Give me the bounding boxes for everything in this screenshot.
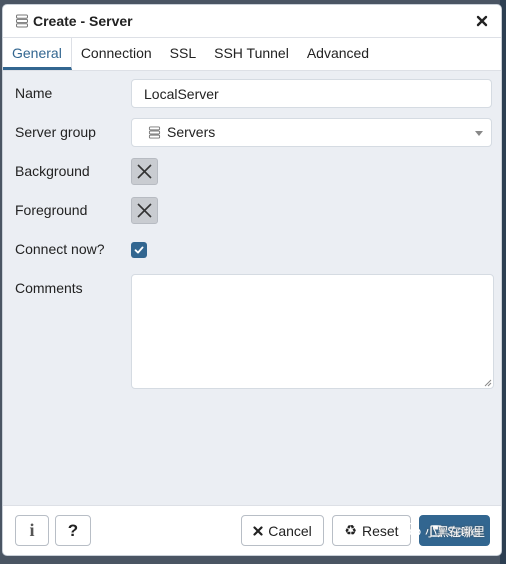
wechat-icon <box>403 522 421 541</box>
recycle-icon: ♻ <box>344 522 357 538</box>
comments-label: Comments <box>15 280 83 296</box>
tab-connection[interactable]: Connection <box>72 38 161 70</box>
background-color-picker[interactable] <box>131 158 158 185</box>
cancel-label: Cancel <box>268 522 312 539</box>
help-button[interactable]: ? <box>55 515 91 546</box>
info-icon: i <box>29 520 35 540</box>
server-group-value: Servers <box>167 124 216 140</box>
chevron-down-icon <box>475 131 483 136</box>
tab-ssl[interactable]: SSL <box>161 38 205 70</box>
tab-general[interactable]: General <box>3 38 72 70</box>
server-group-select[interactable]: Servers <box>131 118 492 147</box>
server-group-icon <box>15 14 29 28</box>
dialog-titlebar[interactable]: Create - Server <box>3 5 501 38</box>
clear-color-icon <box>137 164 152 179</box>
comments-textarea[interactable] <box>131 274 494 389</box>
server-group-label: Server group <box>15 124 96 140</box>
watermark: 小黑在哪里 <box>403 522 485 541</box>
foreground-label: Foreground <box>15 202 88 218</box>
connect-now-checkbox[interactable] <box>131 242 147 258</box>
name-label: Name <box>15 85 53 101</box>
foreground-color-picker[interactable] <box>131 197 158 224</box>
checkmark-icon <box>134 246 144 254</box>
info-button[interactable]: i <box>15 515 49 546</box>
tab-bar: General Connection SSL SSH Tunnel Advanc… <box>3 38 501 71</box>
create-server-dialog: Create - Server General Connection SSL S… <box>2 4 502 556</box>
server-group-icon <box>148 126 161 139</box>
dialog-footer: i ? Cancel ♻ Reset Save 小黑在哪里 <box>3 505 501 555</box>
connect-now-label: Connect now? <box>15 241 105 257</box>
dialog-title: Create - Server <box>33 13 133 29</box>
close-icon[interactable] <box>473 12 491 30</box>
x-icon <box>253 525 263 536</box>
background-label: Background <box>15 163 90 179</box>
reset-button[interactable]: ♻ Reset <box>332 515 411 546</box>
cancel-button[interactable]: Cancel <box>241 515 324 546</box>
help-icon: ? <box>67 520 79 540</box>
tab-ssh-tunnel[interactable]: SSH Tunnel <box>205 38 298 70</box>
reset-label: Reset <box>361 522 399 539</box>
name-input[interactable] <box>131 79 492 108</box>
tab-advanced[interactable]: Advanced <box>298 38 378 70</box>
watermark-text: 小黑在哪里 <box>424 525 485 539</box>
clear-color-icon <box>137 203 152 218</box>
resize-grip-icon <box>484 379 492 387</box>
